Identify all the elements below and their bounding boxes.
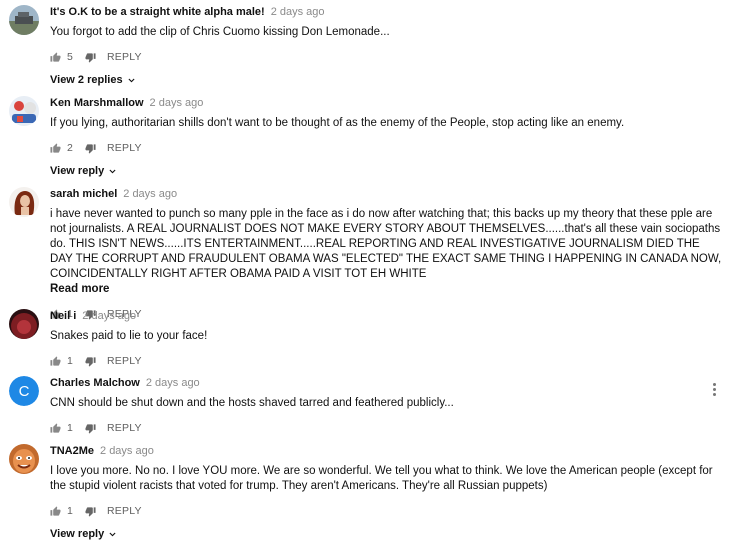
like-count: 5 xyxy=(67,51,73,63)
view-replies-button[interactable]: View reply xyxy=(50,165,117,177)
view-replies-button[interactable]: View reply xyxy=(50,528,117,540)
avatar[interactable] xyxy=(9,309,39,339)
chevron-down-icon xyxy=(109,169,116,173)
timestamp[interactable]: 2 days ago xyxy=(150,97,204,109)
like-count: 1 xyxy=(67,422,73,434)
timestamp[interactable]: 2 days ago xyxy=(100,445,154,457)
author-name[interactable]: It's O.K to be a straight white alpha ma… xyxy=(50,6,265,18)
author-name[interactable]: TNA2Me xyxy=(50,445,94,457)
timestamp[interactable]: 2 days ago xyxy=(123,188,177,200)
reply-button[interactable]: REPLY xyxy=(107,422,142,434)
thumbs-up-icon xyxy=(50,355,61,366)
dislike-button[interactable] xyxy=(85,423,96,434)
like-count: 1 xyxy=(67,505,73,517)
reply-button[interactable]: REPLY xyxy=(107,505,142,517)
like-button[interactable] xyxy=(50,422,61,434)
comment-text: If you lying, authoritarian shills don't… xyxy=(50,117,625,129)
thumbs-up-icon xyxy=(50,51,61,62)
author-name[interactable]: sarah michel xyxy=(50,188,117,200)
like-button[interactable] xyxy=(50,51,61,63)
comment-text: i have never wanted to punch so many ppl… xyxy=(50,208,722,280)
comment-text: CNN should be shut down and the hosts sh… xyxy=(50,397,454,409)
dislike-button[interactable] xyxy=(85,52,96,63)
avatar[interactable] xyxy=(9,96,39,126)
timestamp[interactable]: 2 days ago xyxy=(146,377,200,389)
chevron-down-icon xyxy=(109,532,116,536)
view-replies-label: View reply xyxy=(50,165,105,177)
author-name[interactable]: Charles Malchow xyxy=(50,377,140,389)
avatar[interactable] xyxy=(9,444,39,474)
thumbs-up-icon xyxy=(50,142,61,153)
avatar[interactable]: C xyxy=(9,376,39,406)
like-button[interactable] xyxy=(50,355,61,367)
avatar-letter: C xyxy=(19,383,30,400)
thumbs-down-icon xyxy=(85,423,96,434)
thumbs-down-icon xyxy=(85,506,96,517)
timestamp[interactable]: 2 days ago xyxy=(82,310,136,322)
view-replies-label: View 2 replies xyxy=(50,74,123,86)
view-replies-button[interactable]: View 2 replies xyxy=(50,74,136,86)
thumbs-down-icon xyxy=(85,356,96,367)
comment-text: Snakes paid to lie to your face! xyxy=(50,330,208,342)
reply-button[interactable]: REPLY xyxy=(107,355,142,367)
avatar[interactable] xyxy=(9,5,39,35)
thumbs-down-icon xyxy=(85,143,96,154)
avatar[interactable] xyxy=(9,187,39,217)
comment-text: I love you more. No no. I love YOU more.… xyxy=(50,465,713,492)
thumbs-down-icon xyxy=(85,52,96,63)
dislike-button[interactable] xyxy=(85,143,96,154)
more-options-icon[interactable] xyxy=(713,383,717,398)
like-button[interactable] xyxy=(50,505,61,517)
thumbs-up-icon xyxy=(50,422,61,433)
chevron-down-icon xyxy=(128,78,135,82)
dislike-button[interactable] xyxy=(85,506,96,517)
author-name[interactable]: Neil i xyxy=(50,310,76,322)
reply-button[interactable]: REPLY xyxy=(107,51,142,63)
like-button[interactable] xyxy=(50,142,61,154)
comment-text: You forgot to add the clip of Chris Cuom… xyxy=(50,26,390,38)
read-more-link[interactable]: Read more xyxy=(50,282,723,297)
author-name[interactable]: Ken Marshmallow xyxy=(50,97,144,109)
like-count: 2 xyxy=(67,142,73,154)
thumbs-up-icon xyxy=(50,505,61,516)
like-count: 1 xyxy=(67,355,73,367)
timestamp[interactable]: 2 days ago xyxy=(271,6,325,18)
view-replies-label: View reply xyxy=(50,528,105,540)
dislike-button[interactable] xyxy=(85,356,96,367)
reply-button[interactable]: REPLY xyxy=(107,142,142,154)
